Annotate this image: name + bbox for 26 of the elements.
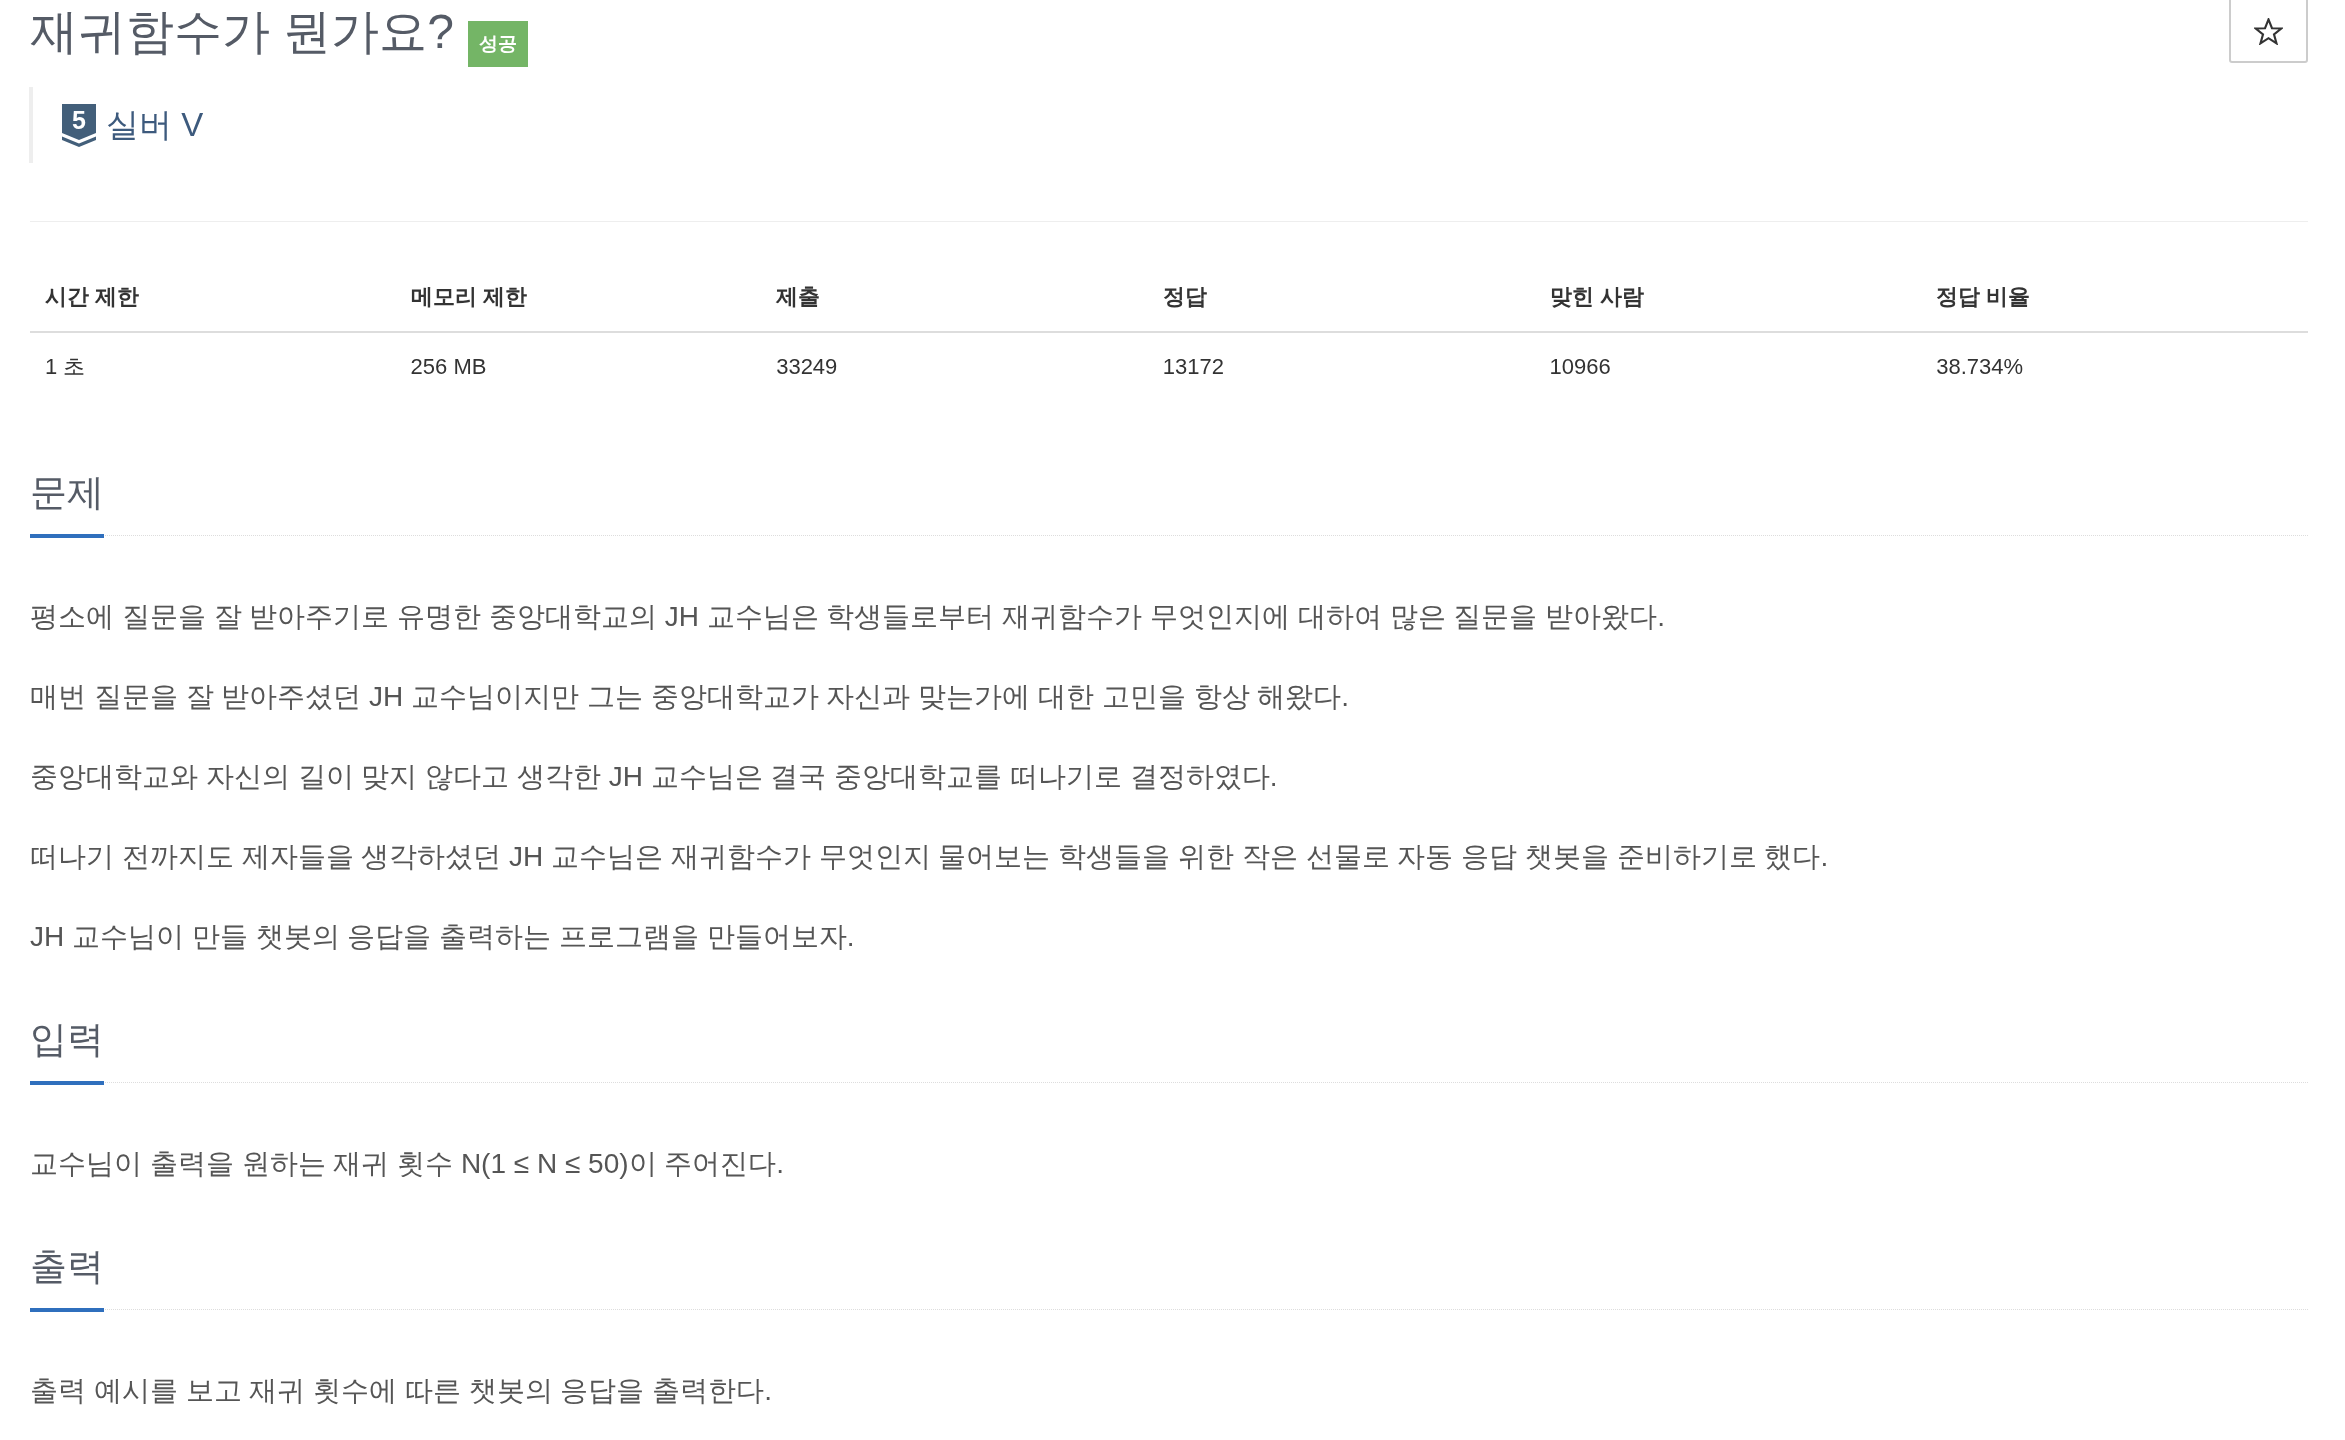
column-header: 시간 제한 xyxy=(30,263,396,332)
table-cell: 38.734% xyxy=(1921,332,2308,399)
paragraph: 떠나기 전까지도 제자들을 생각하셨던 JH 교수님은 재귀함수가 무엇인지 물어보는 학생들을 위한 작은 선물로 자동 응답 챗봇을 준비하기로 했다. xyxy=(30,840,1830,874)
section-heading: 문제 xyxy=(30,469,104,538)
paragraph: 평소에 질문을 잘 받아주기로 유명한 중앙대학교의 JH 교수님은 학생들로부터 재귀함수가 무엇인지에 대하여 많은 질문을 받아왔다. xyxy=(30,600,1666,634)
paragraph: 교수님이 출력을 원하는 재귀 횟수 N(1 ≤ N ≤ 50)이 주어진다. xyxy=(30,1147,786,1181)
table-cell: 10966 xyxy=(1534,332,1922,399)
paragraph: 출력 예시를 보고 재귀 횟수에 따른 챗봇의 응답을 출력한다. xyxy=(30,1374,773,1408)
table-cell: 13172 xyxy=(1147,332,1535,399)
section-heading: 출력 xyxy=(30,1243,104,1312)
column-header: 제출 xyxy=(761,263,1148,332)
result-badge: 성공 xyxy=(468,21,529,67)
paragraph: 매번 질문을 잘 받아주셨던 JH 교수님이지만 그는 중앙대학교가 자신과 맞는가에 대한 고민을 항상 해왔다. xyxy=(30,680,1351,714)
column-header: 정답 xyxy=(1147,263,1535,332)
paragraph: 중앙대학교와 자신의 길이 맞지 않다고 생각한 JH 교수님은 결국 중앙대학교를 떠나기로 결정하였다. xyxy=(30,760,1279,794)
column-header: 정답 비율 xyxy=(1921,263,2308,332)
table-cell: 33249 xyxy=(761,332,1148,399)
table-cell: 1 초 xyxy=(30,332,396,399)
column-header: 맞힌 사람 xyxy=(1534,263,1922,332)
section-heading: 입력 xyxy=(30,1016,104,1085)
star-button[interactable] xyxy=(2229,0,2308,63)
paragraph: JH 교수님이 만들 챗봇의 응답을 출력하는 프로그램을 만들어보자. xyxy=(30,920,856,954)
table-cell: 256 MB xyxy=(395,332,762,399)
column-header: 메모리 제한 xyxy=(395,263,762,332)
problem-title: 재귀함수가 뭔가요? xyxy=(30,4,455,60)
tier-name: 실버 V xyxy=(106,105,204,145)
